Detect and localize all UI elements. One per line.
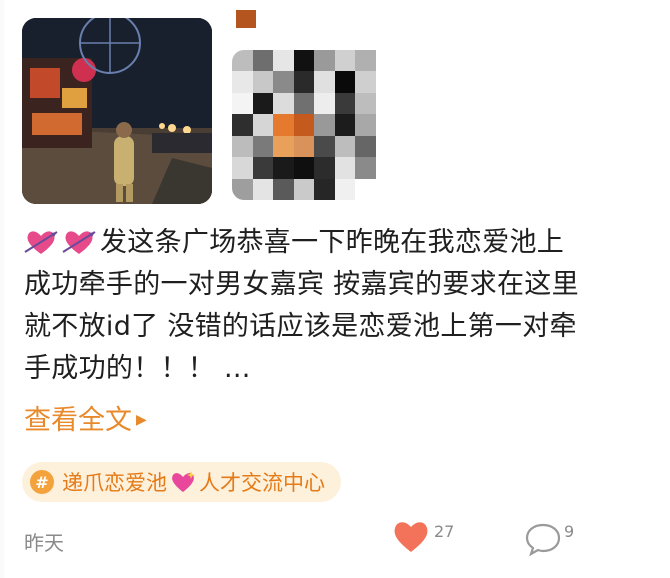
caret-right-icon: ▶ [136,412,147,428]
post-photo-night-street[interactable] [22,18,212,204]
post-text-line: 成功牵手的一对男女嘉宾 按嘉宾的要求在这里 [24,269,579,300]
post-text-line: 手成功的！！！ ... [24,353,251,384]
heart-icon [394,522,428,552]
post-text-line: 就不放id了 没错的话应该是恋爱池上第一对牵 [24,311,577,342]
left-edge [0,0,4,578]
post-card: 发这条广场恭喜一下昨晚在我恋爱池上 成功牵手的一对男女嘉宾 按嘉宾的要求在这里 … [0,0,670,578]
comment-bubble-icon [525,523,561,556]
topic-tag[interactable]: # 递爪恋爱池 人才交流中心 [22,462,341,502]
comment-button[interactable]: 9 [524,522,574,556]
post-timestamp: 昨天 [24,531,64,555]
mosaic-grid [232,50,396,200]
see-full-text-label: 查看全文 [24,405,132,436]
like-count: 27 [434,522,455,541]
post-line-1: 发这条广场恭喜一下昨晚在我恋爱池上 [24,222,624,264]
mosaic-color-block [236,10,256,28]
cupid-heart-emoji [62,231,96,254]
topic-label-part-1: 递爪恋爱池 [62,471,167,495]
see-full-text-link[interactable]: 查看全文 ▶ [24,400,147,441]
post-body: 发这条广场恭喜一下昨晚在我恋爱池上 成功牵手的一对男女嘉宾 按嘉宾的要求在这里 … [24,222,624,390]
cupid-heart-emoji [24,231,58,254]
hashtag-icon: # [30,470,54,494]
post-photo-mosaic[interactable] [232,10,396,200]
post-text-line: 发这条广场恭喜一下昨晚在我恋爱池上 [100,227,565,258]
sparkling-heart-emoji [172,471,195,492]
topic-label-part-2: 人才交流中心 [199,471,325,495]
comment-count: 9 [564,522,575,541]
like-button[interactable]: 27 [392,520,454,554]
